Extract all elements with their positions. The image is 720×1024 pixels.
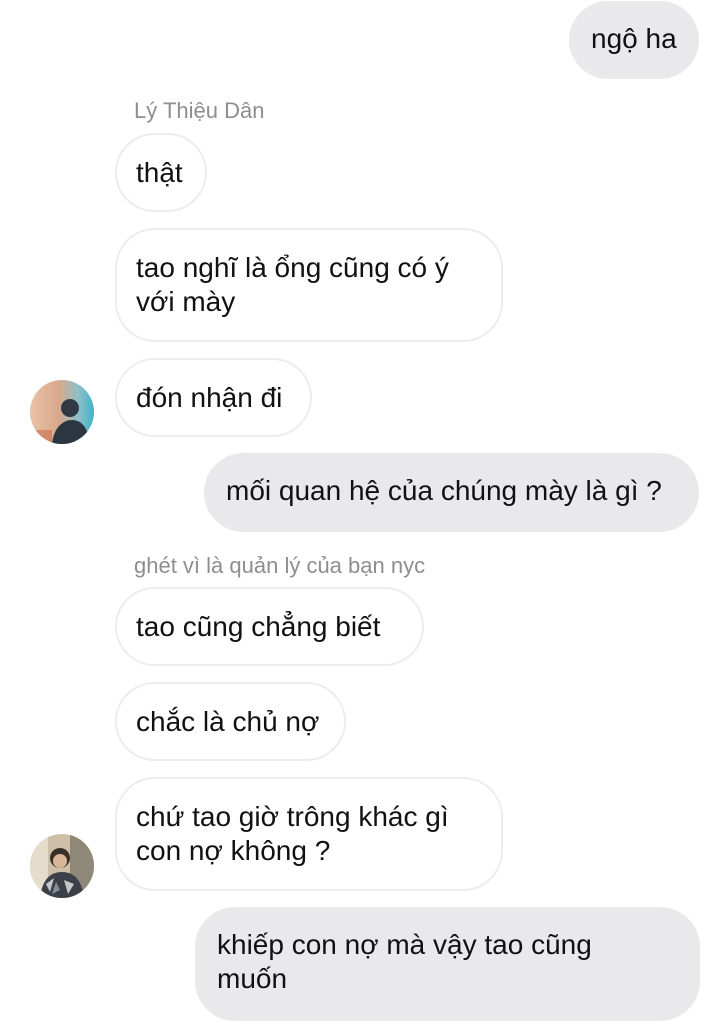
sender-name: Lý Thiệu Dân	[134, 98, 265, 123]
chat-thread: ngộ ha Lý Thiệu Dân thật tao nghĩ là ổng…	[0, 0, 720, 1024]
message-text: đón nhận đi	[136, 382, 283, 413]
sender-name: ghét vì là quản lý của bạn nyc	[134, 553, 426, 578]
outgoing-message-bubble[interactable]: ngộ ha	[569, 1, 699, 79]
outgoing-message-bubble[interactable]: mối quan hệ của chúng mày là gì ?	[204, 453, 699, 532]
incoming-message-bubble[interactable]: chứ tao giờ trông khác gì con nợ không ?	[115, 777, 503, 891]
message-text: tao cũng chẳng biết	[136, 611, 381, 642]
incoming-message-bubble[interactable]: chắc là chủ nợ	[115, 682, 346, 761]
profile-photo-icon	[30, 380, 94, 444]
message-text: ngộ ha	[591, 23, 677, 54]
incoming-message-bubble[interactable]: tao cũng chẳng biết	[115, 587, 424, 666]
message-text-line: tao nghĩ là ổng cũng có ý	[136, 252, 449, 283]
incoming-message-bubble[interactable]: đón nhận đi	[115, 358, 312, 437]
message-text: chắc là chủ nợ	[136, 706, 320, 737]
avatar[interactable]	[30, 380, 94, 444]
message-text-line: con nợ không ?	[136, 835, 331, 866]
incoming-message-bubble[interactable]: thật	[115, 133, 207, 212]
avatar[interactable]	[30, 834, 94, 898]
incoming-message-bubble[interactable]: tao nghĩ là ổng cũng có ý với mày	[115, 228, 503, 342]
message-text-line: muốn	[217, 963, 288, 994]
outgoing-message-bubble[interactable]: khiếp con nợ mà vậy tao cũng muốn	[195, 907, 700, 1021]
message-text: thật	[136, 157, 183, 188]
profile-photo-icon	[30, 834, 94, 898]
message-text: mối quan hệ của chúng mày là gì ?	[226, 475, 662, 506]
message-text-line: khiếp con nợ mà vậy tao cũng	[217, 929, 592, 960]
message-text-line: với mày	[136, 286, 236, 317]
message-text-line: chứ tao giờ trông khác gì	[136, 801, 449, 832]
